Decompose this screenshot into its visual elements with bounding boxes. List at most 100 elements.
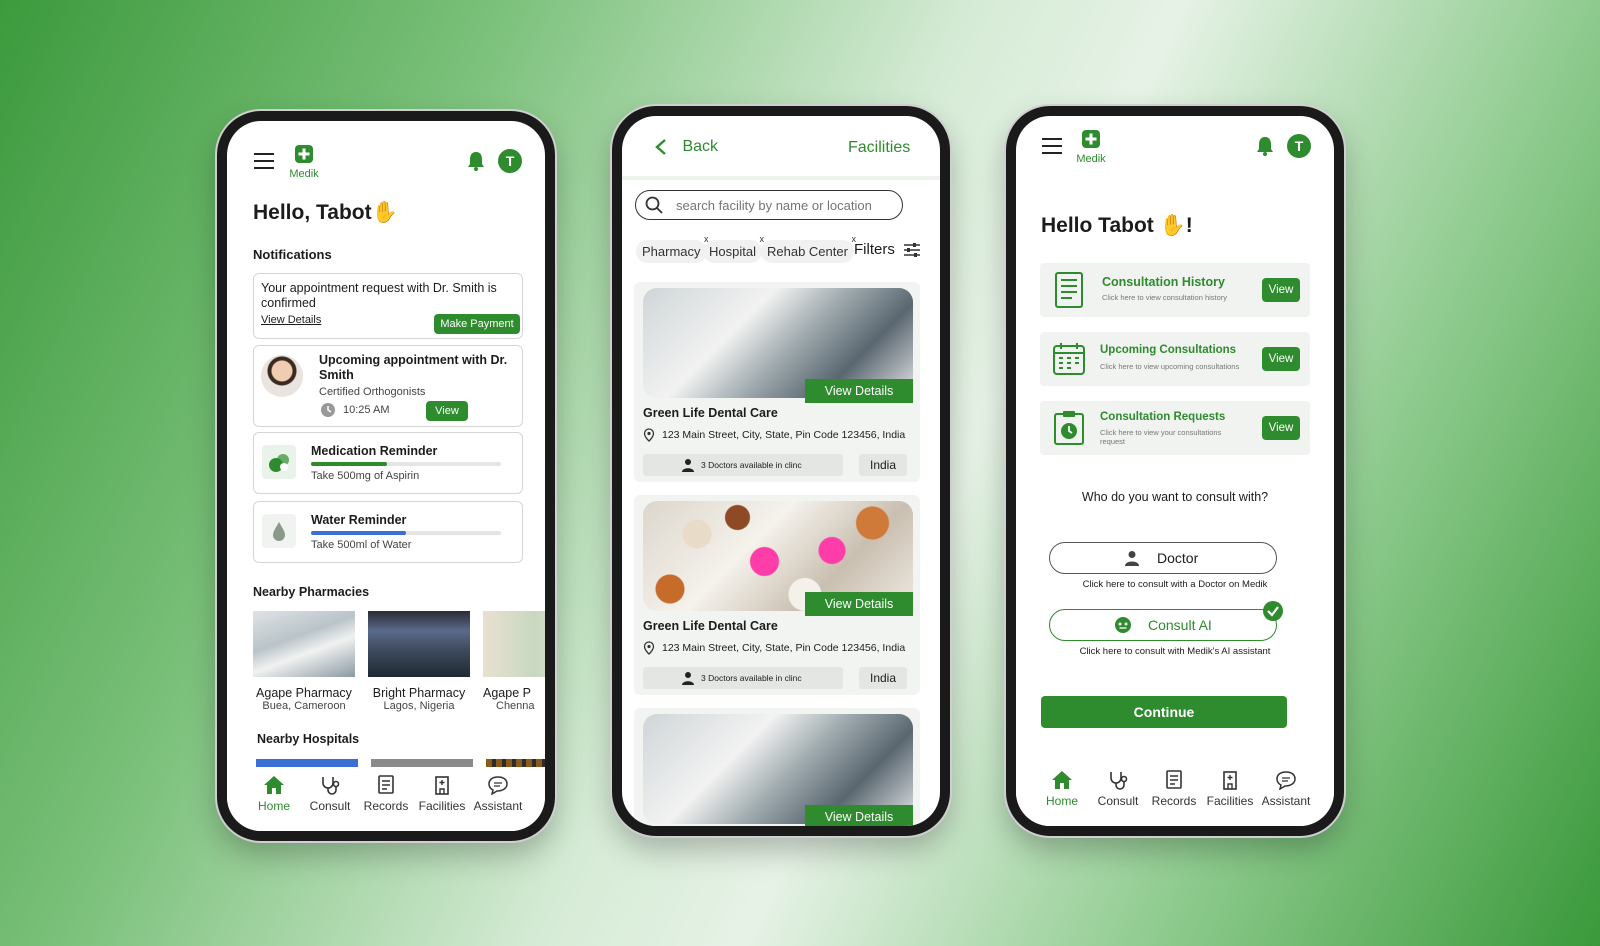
chat-bubble-icon xyxy=(488,776,508,795)
medication-progress-fill xyxy=(311,462,387,466)
facility-card[interactable]: View Details xyxy=(634,708,920,826)
medik-logo: Medik xyxy=(287,145,321,180)
search-input[interactable] xyxy=(674,194,900,216)
nav-consult[interactable]: Consult xyxy=(1090,770,1146,808)
chevron-left-icon xyxy=(655,139,666,155)
bell-icon[interactable] xyxy=(467,151,485,176)
back-button[interactable]: Back xyxy=(654,138,718,156)
filter-chip-hospital[interactable]: Hospital x xyxy=(703,234,764,263)
view-requests-button[interactable]: View xyxy=(1262,416,1300,440)
view-appointment-button[interactable]: View xyxy=(426,401,468,421)
view-upcoming-button[interactable]: View xyxy=(1262,347,1300,371)
filter-chip-pharmacy[interactable]: Pharmacy x xyxy=(636,234,709,263)
greeting: Hello, Tabot✋ xyxy=(253,201,398,225)
doctors-count: 3 Doctors available in clinc xyxy=(701,673,802,683)
filters-button[interactable]: Filters xyxy=(854,241,921,258)
facility-card[interactable]: View Details Green Life Dental Care 123 … xyxy=(634,495,920,695)
medik-logo: Medik xyxy=(1074,130,1108,165)
filter-chip-rehab[interactable]: Rehab Center x xyxy=(761,234,856,263)
consult-question: Who do you want to consult with? xyxy=(1081,490,1269,504)
nav-label: Consult xyxy=(309,799,351,813)
nav-records[interactable]: Records xyxy=(1146,770,1202,808)
country-badge: India xyxy=(859,667,907,689)
menu-icon[interactable] xyxy=(254,152,274,170)
nav-label: Records xyxy=(1151,794,1197,808)
phone-facilities: Back Facilities Pharmacyx Hospitalx Reha… xyxy=(612,106,950,836)
stethoscope-icon xyxy=(1110,772,1128,790)
facilities-screen: Back Facilities Pharmacyx Hospitalx Reha… xyxy=(622,116,940,826)
greeting-text: Hello, Tabot xyxy=(253,201,372,224)
upcoming-consultations-card[interactable]: Upcoming Consultations Click here to vie… xyxy=(1040,332,1310,386)
doctor-hint: Click here to consult with a Doctor on M… xyxy=(1082,579,1268,590)
nav-home[interactable]: Home xyxy=(246,775,302,813)
facility-address: 123 Main Street, City, State, Pin Code 1… xyxy=(662,642,906,654)
ai-bot-icon xyxy=(1115,617,1131,633)
pharmacy-photo xyxy=(368,611,470,677)
pharmacy-photo xyxy=(483,611,545,677)
avatar[interactable]: T xyxy=(1287,134,1311,158)
nav-label: Facilities xyxy=(418,799,466,813)
nav-label: Consult xyxy=(1097,794,1139,808)
nearby-hospitals-heading: Nearby Hospitals xyxy=(257,732,360,746)
consultation-requests-card[interactable]: Consultation Requests Click here to view… xyxy=(1040,401,1310,455)
nav-label: Assistant xyxy=(473,799,523,813)
doctor-option[interactable]: Doctor xyxy=(1049,542,1277,574)
item-title: Upcoming Consultations xyxy=(1100,344,1237,356)
view-details-button[interactable]: View Details xyxy=(805,379,913,403)
medical-cross-icon xyxy=(295,145,313,163)
facility-address: 123 Main Street, City, State, Pin Code 1… xyxy=(662,429,906,441)
consultation-history-card[interactable]: Consultation History Click here to view … xyxy=(1040,263,1310,317)
pharmacy-card[interactable]: Agape P Chenna xyxy=(483,611,545,712)
greeting: Hello Tabot ✋! xyxy=(1041,214,1193,238)
nav-assistant[interactable]: Assistant xyxy=(470,775,526,813)
clock-icon xyxy=(321,403,335,422)
view-history-button[interactable]: View xyxy=(1262,278,1300,302)
pharmacy-name: Bright Pharmacy xyxy=(372,686,466,700)
nav-facilities[interactable]: Facilities xyxy=(414,775,470,813)
nav-label: Assistant xyxy=(1261,794,1311,808)
nav-facilities[interactable]: Facilities xyxy=(1202,770,1258,808)
filters-label: Filters xyxy=(854,241,895,258)
nav-consult[interactable]: Consult xyxy=(302,775,358,813)
avatar[interactable]: T xyxy=(498,149,522,173)
view-details-button[interactable]: View Details xyxy=(805,805,913,826)
doctors-count: 3 Doctors available in clinc xyxy=(701,460,802,470)
nearby-pharmacies-heading: Nearby Pharmacies xyxy=(253,585,370,599)
nav-records[interactable]: Records xyxy=(358,775,414,813)
pharmacy-card[interactable]: Agape Pharmacy Buea, Cameroon xyxy=(253,611,355,712)
waving-hand-icon: ✋ xyxy=(371,201,398,224)
nav-assistant[interactable]: Assistant xyxy=(1258,770,1314,808)
facility-name: Green Life Dental Care xyxy=(643,406,778,420)
item-title: Consultation History xyxy=(1102,275,1225,289)
view-details-button[interactable]: View Details xyxy=(805,592,913,616)
hospital-thumb[interactable] xyxy=(371,759,473,767)
view-details-link[interactable]: View Details xyxy=(261,314,321,326)
pharmacy-location: Buea, Cameroon xyxy=(262,700,346,712)
nav-home[interactable]: Home xyxy=(1034,770,1090,808)
sliders-icon xyxy=(904,243,921,258)
doctor-avatar xyxy=(261,355,303,397)
continue-button[interactable]: Continue xyxy=(1041,696,1287,728)
water-reminder-card[interactable]: Water Reminder Take 500ml of Water xyxy=(253,501,523,563)
greeting-end: ! xyxy=(1185,214,1193,237)
document-list-icon xyxy=(1055,272,1083,308)
make-payment-button[interactable]: Make Payment xyxy=(434,314,520,334)
brand-name: Medik xyxy=(1076,153,1106,165)
search-icon xyxy=(645,196,663,214)
pharmacy-card[interactable]: Bright Pharmacy Lagos, Nigeria xyxy=(368,611,470,712)
facility-card[interactable]: View Details Green Life Dental Care 123 … xyxy=(634,282,920,482)
search-bar[interactable] xyxy=(635,190,903,220)
hospital-thumb[interactable] xyxy=(256,759,358,767)
pharmacy-photo xyxy=(253,611,355,677)
hospital-thumb[interactable] xyxy=(486,759,545,767)
medication-reminder-card[interactable]: Medication Reminder Take 500mg of Aspiri… xyxy=(253,432,523,494)
notification-message: Your appointment request with Dr. Smith … xyxy=(261,281,497,310)
consult-ai-option[interactable]: Consult AI xyxy=(1049,601,1283,641)
notifications-heading: Notifications xyxy=(253,247,332,262)
bell-icon[interactable] xyxy=(1256,136,1274,161)
menu-icon[interactable] xyxy=(1042,137,1062,155)
nav-label: Records xyxy=(363,799,409,813)
doctors-badge: 3 Doctors available in clinc xyxy=(643,454,843,476)
greeting-text: Hello Tabot xyxy=(1041,214,1154,237)
nav-label: Home xyxy=(257,799,290,813)
